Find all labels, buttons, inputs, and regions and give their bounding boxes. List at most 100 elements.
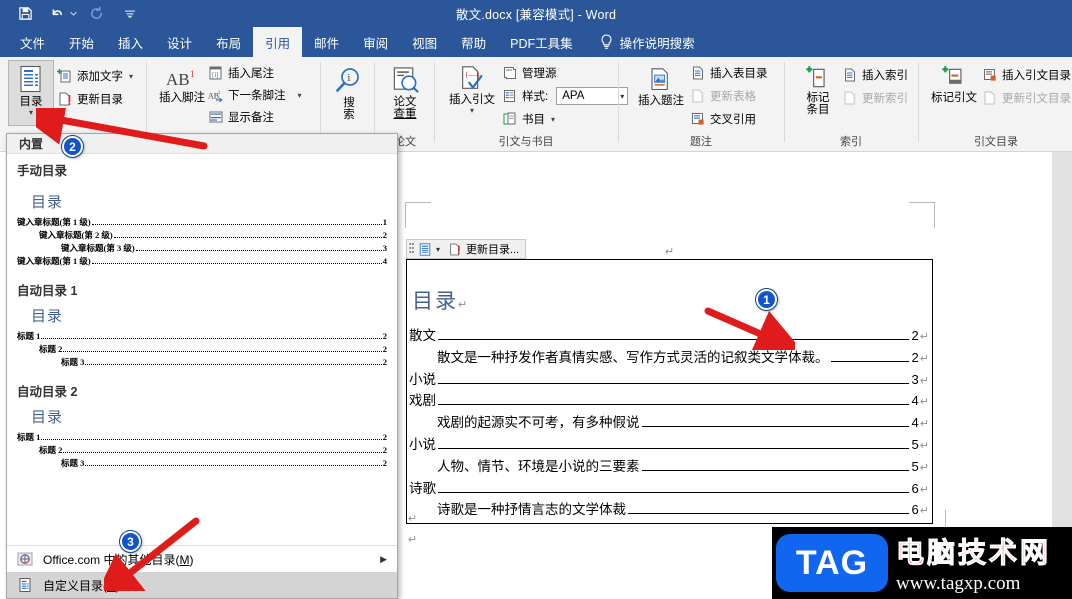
ribbon-tab-6[interactable]: 邮件 [302,27,351,57]
mark-citation-button[interactable]: 标记引文 [928,61,980,105]
gallery-item[interactable]: 自动目录 2 目录 标题 1 2 标题 2 2 标题 3 2 [7,375,397,476]
gallery-preview-text: 键入章标题(第 2 级) [39,230,113,240]
gallery-preview-leader [91,217,382,225]
insert-index-button[interactable]: 插入索引 [842,64,908,86]
gallery-preview-text: 键入章标题(第 1 级) [17,256,91,266]
update-toc-field-icon[interactable] [448,242,462,257]
gallery-item[interactable]: 手动目录 目录 键入章标题(第 1 级) 1 键入章标题(第 2 级) 2 键入章标题(第 … [7,154,397,274]
toc-leader [628,504,909,515]
ribbon-tab-7[interactable]: 审阅 [351,27,400,57]
insert-endnote-button[interactable]: [i] 插入尾注 [208,62,274,84]
toc-entry-row[interactable]: 散文 2 ↵ [409,324,929,345]
gallery-preview-page: 3 [382,243,387,253]
insert-table-of-figures-button[interactable]: 插入表目录 [690,62,768,84]
add-text-button[interactable]: 添加文字 ▾ [57,65,133,87]
insert-citation-button[interactable]: (—) 插入引文 ▾ [446,61,498,115]
toc-page-number: 5 [911,437,919,452]
toc-options-icon[interactable] [418,242,432,257]
update-toc-button[interactable]: 更新目录 [57,88,123,110]
toc-entry-row[interactable]: 人物、情节、环境是小说的三要素 5 ↵ [409,455,929,476]
mark-citation-label: 标记引文 [931,92,977,104]
gallery-item-name: 自动目录 2 [17,385,78,399]
gallery-preview-leader [113,230,382,238]
ribbon-group-label-index: 索引 [840,136,862,148]
insert-citation-caret-icon[interactable]: ▾ [470,107,474,115]
gallery-item-preview: 目录 标题 1 2 标题 2 2 标题 3 2 [7,406,397,472]
toc-leader [438,395,909,406]
next-footnote-icon: AB 1 [208,90,223,103]
ribbon-group-captions: 插入题注 插入表目录 更新表格 交叉引用 题注 [620,57,782,151]
toc-entry-row[interactable]: 戏剧的起源实不可考，有多种假说 4 ↵ [409,411,929,432]
gallery-list[interactable]: 手动目录 目录 键入章标题(第 1 级) 1 键入章标题(第 2 级) 2 键入章标题(第 … [7,154,397,476]
bibliography-caret-icon[interactable]: ▾ [551,115,555,124]
gallery-item[interactable]: 自动目录 1 目录 标题 1 2 标题 2 2 标题 3 2 [7,274,397,375]
toc-entry-row[interactable]: 诗歌是一种抒情言志的文学体裁 6 ↵ [409,498,929,519]
bibliography-button[interactable]: 书目 ▾ [502,108,555,130]
toc-entry-row[interactable]: 诗歌 6 ↵ [409,477,929,498]
thesis-check-button[interactable]: 论文 查重 [382,62,428,120]
toc-entry-row[interactable]: 小说 3 ↵ [409,368,929,389]
ribbon-group-label-table-of-authorities: 引文目录 [974,136,1018,148]
update-toc-label: 更新目录 [77,94,123,106]
ribbon-tab-5[interactable]: 引用 [253,27,303,57]
toc-entry-row[interactable]: 小说 5 ↵ [409,433,929,454]
gallery-preview-leader [91,256,382,264]
ribbon-tab-1[interactable]: 开始 [57,27,106,57]
ribbon-tab-10[interactable]: PDF工具集 [498,27,585,57]
ribbon-tab-3[interactable]: 设计 [155,27,204,57]
tell-me-search[interactable]: 操作说明搜索 [585,27,707,57]
gallery-preview-text: 标题 1 [17,432,41,442]
paragraph-mark: ↵ [665,246,675,258]
cross-reference-button[interactable]: 交叉引用 [690,108,756,130]
toc-leader [641,461,909,471]
add-text-caret-icon[interactable]: ▾ [129,72,133,81]
watermark-site-name: 电脑技术网 [895,537,1052,569]
insert-table-of-authorities-button[interactable]: 插入引文目录 [982,64,1071,86]
mark-entry-button[interactable]: 标记 条目 [796,61,840,116]
ribbon-tab-9[interactable]: 帮助 [449,27,498,57]
ribbon-tab-4[interactable]: 布局 [204,27,253,57]
show-notes-button[interactable]: 显示备注 [208,106,274,128]
save-icon[interactable] [14,3,36,25]
gallery-preview-text: 标题 3 [61,357,85,367]
thesis-check-label-2: 查重 [393,108,417,120]
ribbon-tab-0[interactable]: 文件 [8,27,57,57]
smart-lookup-button[interactable]: i 搜 索 [328,62,370,121]
insert-caption-button[interactable]: 插入题注 [632,63,690,108]
insert-footnote-label: 插入脚注 [159,92,205,104]
manage-sources-button[interactable]: 管理源 [502,62,557,84]
quick-access-toolbar [14,0,141,27]
gallery-preview-leader [41,331,382,339]
citation-style-label: 样式: [522,91,549,103]
next-footnote-caret-icon[interactable]: ▾ [298,91,302,100]
ribbon-tab-8[interactable]: 视图 [400,27,449,57]
customize-quick-access-icon[interactable] [119,3,141,25]
next-footnote-button[interactable]: AB 1 下一条脚注 ▾ [208,84,302,106]
gallery-preview-text: 标题 1 [17,331,41,341]
toc-entry-row[interactable]: 戏剧 4 ↵ [409,389,929,410]
toc-button-caret-icon[interactable]: ▾ [29,109,33,117]
bibliography-icon [503,112,516,125]
paragraph-mark: ↵ [919,418,929,431]
ribbon-tab-2[interactable]: 插入 [106,27,155,57]
insert-footnote-button[interactable]: AB 1 插入脚注 [156,63,208,105]
paragraph-mark: ↵ [919,440,929,452]
undo-dropdown-icon[interactable] [68,3,79,25]
undo-icon[interactable] [46,3,68,25]
redo-icon[interactable] [85,3,107,25]
chevron-right-icon: ▶ [380,553,387,564]
toc-entry-row[interactable]: 散文是一种抒发作者真情实感、写作方式灵活的记叙类文学体裁。 2 ↵ [409,346,929,367]
toc-entry-text: 小说 [409,437,436,452]
watermark-text: 电脑技术网 www.tagxp.com [895,531,1052,595]
toc-options-caret-icon[interactable]: ▾ [436,245,440,254]
drag-handle-icon[interactable] [409,242,414,256]
gallery-item-name: 自动目录 1 [17,284,78,298]
paragraph-mark: ↵ [919,352,929,365]
toc-content-control-toolbar[interactable]: ▾ 更新目录... [406,239,527,259]
gallery-preview-leader [41,432,382,440]
gallery-preview-text: 键入章标题(第 3 级) [61,243,135,253]
next-footnote-label: 下一条脚注 [228,90,286,102]
gallery-preview-heading: 目录 [31,195,64,211]
insert-table-of-authorities-icon [984,69,996,81]
document-toc-heading: 目录↵ [412,285,469,315]
